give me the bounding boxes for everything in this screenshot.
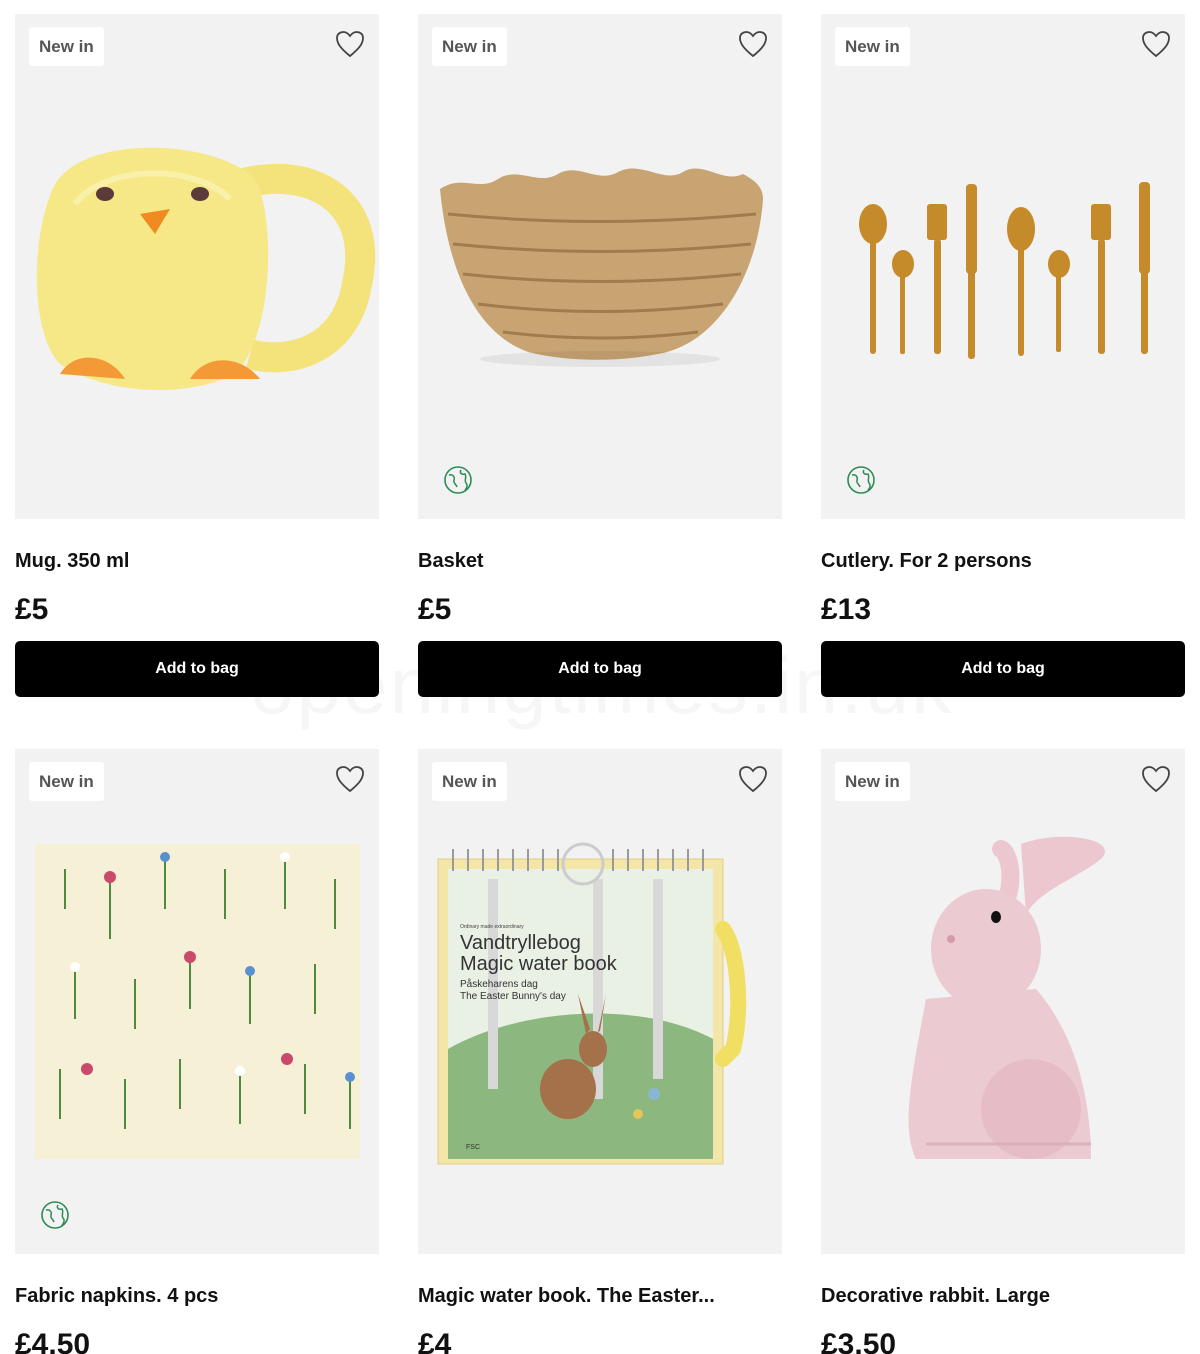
product-card[interactable]: New in Basket £5 Add to bag (418, 14, 782, 697)
book-small-text: Ordinary made extraordinary (460, 924, 524, 930)
product-image[interactable]: New in (821, 14, 1185, 519)
product-price: £4 (418, 1328, 452, 1354)
book-subtitle-line4: The Easter Bunny's day (460, 991, 566, 1002)
product-title[interactable]: Basket (418, 549, 782, 573)
product-card[interactable]: New in Fabric napkins. 4 pcs £4.50 (15, 749, 379, 1354)
product-card[interactable]: New in Mug. 350 ml £5 Add to bag (15, 14, 379, 697)
heart-icon[interactable] (738, 765, 768, 793)
product-title[interactable]: Cutlery. For 2 persons (821, 549, 1185, 573)
heart-icon[interactable] (335, 30, 365, 58)
globe-eco-icon (444, 466, 472, 494)
product-image[interactable]: Ordinary made extraordinary Vandtryllebo… (418, 749, 782, 1254)
pink-rabbit-image (908, 836, 1105, 1159)
product-image[interactable]: New in (418, 14, 782, 519)
add-to-bag-button[interactable]: Add to bag (15, 641, 379, 697)
globe-eco-icon (847, 466, 875, 494)
product-image[interactable]: New in (15, 749, 379, 1254)
add-to-bag-button[interactable]: Add to bag (821, 641, 1185, 697)
heart-icon[interactable] (1141, 30, 1171, 58)
globe-eco-icon (41, 1201, 69, 1229)
heart-icon[interactable] (1141, 765, 1171, 793)
book-title-line2: Magic water book (460, 953, 618, 975)
product-card[interactable]: New in Cutlery. For 2 persons £13 Add to… (821, 14, 1185, 697)
product-title[interactable]: Mug. 350 ml (15, 549, 379, 573)
new-in-badge: New in (432, 762, 507, 801)
new-in-badge: New in (29, 27, 104, 66)
product-price: £4.50 (15, 1328, 91, 1354)
product-image[interactable]: New in (15, 14, 379, 519)
new-in-badge: New in (835, 762, 910, 801)
fsc-label: FSC (466, 1144, 480, 1151)
product-price: £3.50 (821, 1328, 897, 1354)
chick-mug-image (36, 147, 376, 391)
heart-icon[interactable] (335, 765, 365, 793)
heart-icon[interactable] (738, 30, 768, 58)
product-price: £13 (821, 593, 872, 626)
new-in-badge: New in (835, 27, 910, 66)
product-price: £5 (15, 593, 49, 626)
wicker-basket-image (440, 168, 763, 367)
product-price: £5 (418, 593, 452, 626)
floral-napkins-image (35, 844, 360, 1159)
new-in-badge: New in (29, 762, 104, 801)
book-title-line1: Vandtryllebog (460, 932, 581, 954)
product-card[interactable]: Ordinary made extraordinary Vandtryllebo… (418, 749, 782, 1354)
product-card[interactable]: New in Decorative rabbit. Large £3.50 (821, 749, 1185, 1354)
add-to-bag-button[interactable]: Add to bag (418, 641, 782, 697)
product-title[interactable]: Decorative rabbit. Large (821, 1284, 1185, 1308)
product-grid: New in Mug. 350 ml £5 Add to bag New in (15, 14, 1185, 1354)
gold-cutlery-image (859, 182, 1150, 359)
product-image[interactable]: New in (821, 749, 1185, 1254)
book-subtitle-line3: Påskeharens dag (460, 978, 538, 990)
product-title[interactable]: Magic water book. The Easter... (418, 1284, 782, 1308)
product-title[interactable]: Fabric napkins. 4 pcs (15, 1284, 379, 1308)
magic-water-book-image: Ordinary made extraordinary Vandtryllebo… (437, 842, 747, 1165)
new-in-badge: New in (432, 27, 507, 66)
